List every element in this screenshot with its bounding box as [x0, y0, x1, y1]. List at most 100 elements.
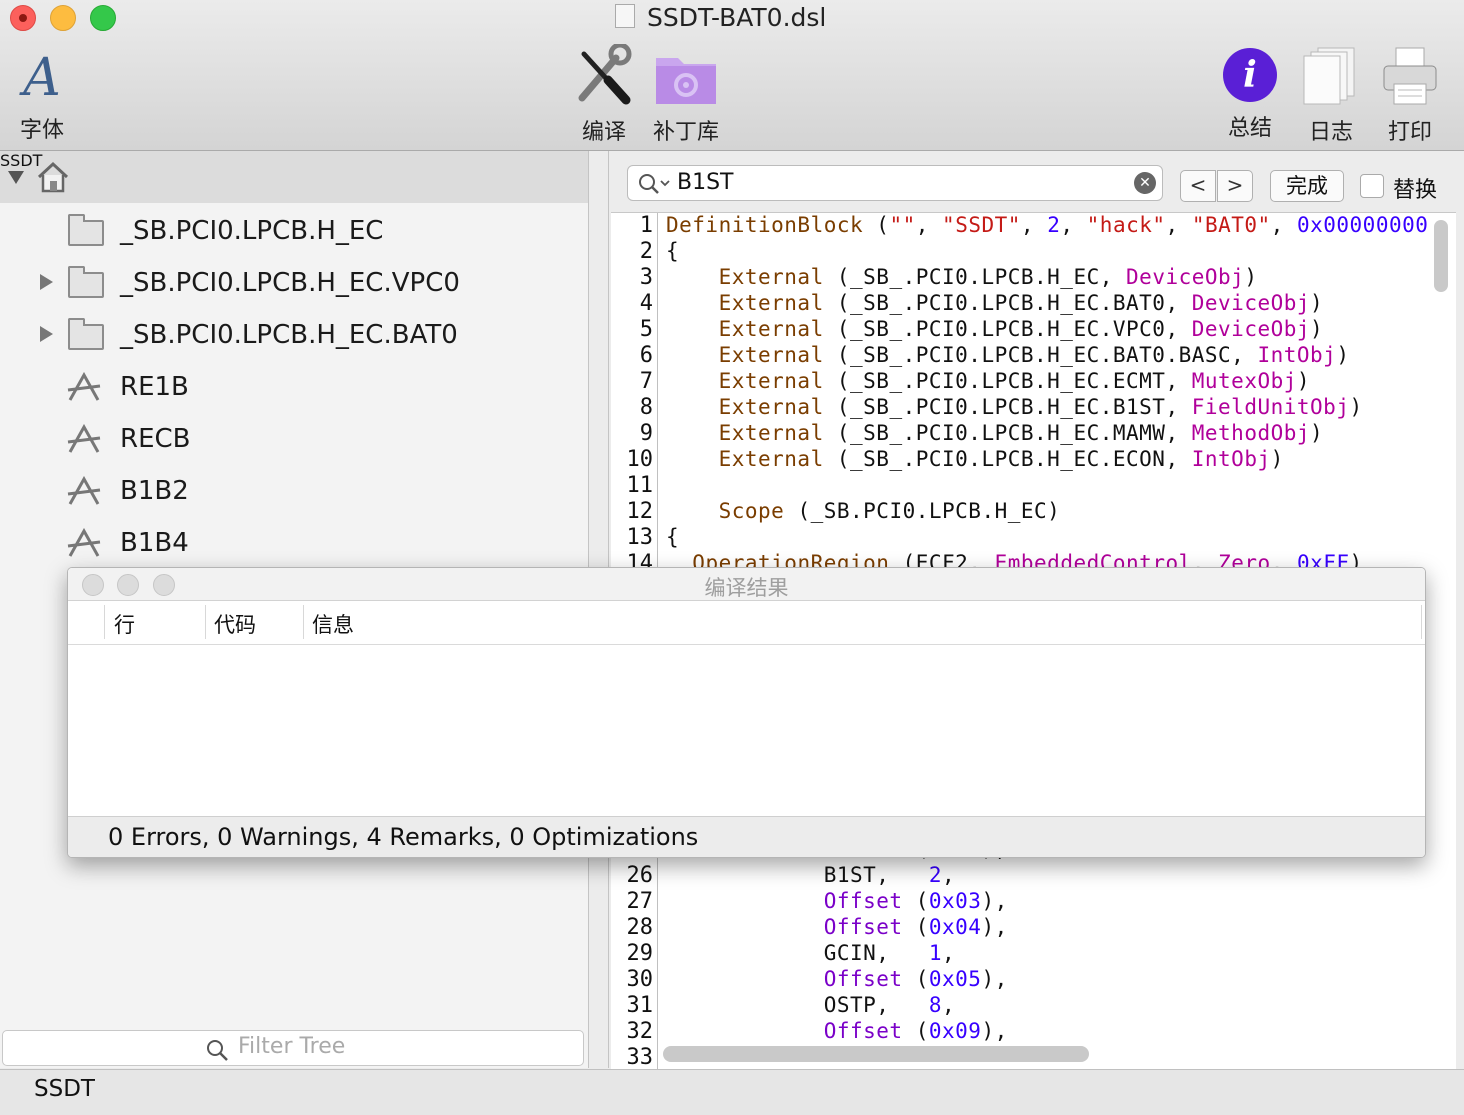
- printer-icon: [1383, 47, 1437, 105]
- code-line: External (_SB_.PCI0.LPCB.H_EC.BAT0.BASC,…: [718, 343, 1350, 367]
- compile-button[interactable]: 编译: [572, 42, 636, 146]
- code-line: External (_SB_.PCI0.LPCB.H_EC.BAT0, Devi…: [718, 291, 1324, 315]
- code-line: External (_SB_.PCI0.LPCB.H_EC.ECON, IntO…: [718, 447, 1284, 471]
- disclosure-down-icon[interactable]: [8, 171, 24, 184]
- line-number: 6: [639, 343, 653, 368]
- column-header-code[interactable]: 代码: [214, 609, 256, 639]
- line-number: 1: [639, 213, 653, 238]
- font-button[interactable]: A 字体: [12, 50, 72, 144]
- tree-item-b1b2[interactable]: B1B2: [0, 464, 588, 516]
- replace-checkbox[interactable]: [1360, 174, 1384, 198]
- line-number: 3: [639, 265, 653, 290]
- search-icon[interactable]: [638, 173, 670, 195]
- method-icon: [67, 528, 101, 557]
- folder-icon: [68, 266, 104, 298]
- code-line: External (_SB_.PCI0.LPCB.H_EC.ECMT, Mute…: [718, 369, 1311, 393]
- column-divider: [303, 605, 304, 639]
- filter-tree-placeholder: Filter Tree: [238, 1034, 346, 1059]
- summary-button[interactable]: i 总结: [1218, 48, 1282, 142]
- print-button[interactable]: 打印: [1378, 46, 1442, 146]
- search-query: B1ST: [677, 170, 734, 195]
- column-divider: [205, 605, 206, 639]
- code-line: External (_SB_.PCI0.LPCB.H_EC.MAMW, Meth…: [718, 421, 1324, 445]
- method-icon: [67, 372, 101, 401]
- compile-results-window[interactable]: 编译结果 行 代码 信息 0 Errors, 0 Warnings, 4 Rem…: [67, 567, 1426, 858]
- column-divider: [104, 605, 105, 639]
- line-number: 9: [639, 421, 653, 446]
- code-line: External (_SB_.PCI0.LPCB.H_EC, DeviceObj…: [718, 265, 1258, 289]
- status-bar: [0, 1069, 1464, 1115]
- line-number: 5: [639, 317, 653, 342]
- done-button[interactable]: 完成: [1270, 170, 1344, 202]
- column-header-line[interactable]: 行: [114, 609, 135, 639]
- line-number: 29: [626, 941, 654, 966]
- document-icon: [615, 4, 635, 28]
- log-button[interactable]: 日志: [1298, 46, 1364, 146]
- tree-root-label: SSDT: [0, 151, 43, 170]
- tree-root-ssdt[interactable]: SSDT: [0, 151, 588, 203]
- log-documents-icon: [1303, 47, 1355, 105]
- vertical-scrollbar[interactable]: [1434, 220, 1448, 292]
- line-number: 32: [626, 1019, 654, 1044]
- results-summary: 0 Errors, 0 Warnings, 4 Remarks, 0 Optim…: [108, 823, 699, 851]
- results-titlebar[interactable]: 编译结果: [68, 568, 1425, 601]
- code-line: {: [666, 239, 680, 263]
- line-number: 8: [639, 395, 653, 420]
- font-a-icon: A: [23, 48, 61, 108]
- replace-label: 替换: [1393, 178, 1438, 203]
- tree-item-h-ec[interactable]: _SB.PCI0.LPCB.H_EC: [0, 204, 588, 256]
- line-number: 28: [626, 915, 654, 940]
- line-number: 10: [626, 447, 654, 472]
- code-line: Offset (0x03),: [823, 889, 1008, 913]
- disclosure-right-icon[interactable]: [40, 326, 53, 342]
- line-number: 26: [626, 863, 654, 888]
- column-divider: [1421, 605, 1422, 639]
- line-number: 31: [626, 993, 654, 1018]
- line-number: 33: [626, 1045, 654, 1069]
- tree-item-re1b[interactable]: RE1B: [0, 360, 588, 412]
- tools-icon: [578, 42, 632, 105]
- code-line: {: [666, 525, 680, 549]
- find-previous-button[interactable]: <: [1180, 170, 1216, 202]
- code-line: GCIN, 1,: [666, 941, 956, 965]
- status-text: SSDT: [34, 1076, 95, 1102]
- tree-item-bat0[interactable]: _SB.PCI0.LPCB.H_EC.BAT0: [0, 308, 588, 360]
- line-number: 13: [626, 525, 654, 550]
- line-number: 7: [639, 369, 653, 394]
- window-title: SSDT-BAT0.dsl: [615, 3, 826, 32]
- line-number: 30: [626, 967, 654, 992]
- code-line: OSTP, 8,: [666, 993, 956, 1017]
- code-line: Offset (0x05),: [823, 967, 1008, 991]
- tree-item-b1b4[interactable]: B1B4: [0, 516, 588, 568]
- line-number: 11: [626, 473, 654, 498]
- code-line: External (_SB_.PCI0.LPCB.H_EC.VPC0, Devi…: [718, 317, 1324, 341]
- tree-item-vpc0[interactable]: _SB.PCI0.LPCB.H_EC.VPC0: [0, 256, 588, 308]
- zoom-window-button[interactable]: [90, 5, 116, 31]
- disclosure-right-icon[interactable]: [40, 274, 53, 290]
- horizontal-scrollbar[interactable]: [663, 1046, 1089, 1062]
- line-number: 12: [626, 499, 654, 524]
- tree-item-recb[interactable]: RECB: [0, 412, 588, 464]
- window-toolbar: SSDT-BAT0.dsl A 字体 编译 补丁库 i 总结 日志 打印: [0, 0, 1464, 151]
- column-header-info[interactable]: 信息: [312, 609, 354, 639]
- info-icon: i: [1223, 48, 1277, 102]
- line-number: 4: [639, 291, 653, 316]
- find-next-button[interactable]: >: [1217, 170, 1253, 202]
- results-footer: 0 Errors, 0 Warnings, 4 Remarks, 0 Optim…: [68, 816, 1425, 857]
- method-icon: [67, 476, 101, 505]
- folder-icon: [68, 214, 104, 246]
- close-window-button[interactable]: [10, 5, 36, 31]
- code-line: Offset (0x09),: [823, 1019, 1008, 1043]
- folder-icon: [68, 318, 104, 350]
- clear-search-icon[interactable]: ✕: [1134, 172, 1156, 194]
- method-icon: [67, 424, 101, 453]
- code-line: External (_SB_.PCI0.LPCB.H_EC.B1ST, Fiel…: [718, 395, 1363, 419]
- results-title: 编译结果: [704, 576, 789, 600]
- minimize-window-button[interactable]: [50, 5, 76, 31]
- patch-button[interactable]: 补丁库: [652, 50, 720, 146]
- search-icon: [207, 1040, 228, 1061]
- home-icon: [37, 161, 69, 193]
- code-line: DefinitionBlock ("", "SSDT", 2, "hack", …: [666, 213, 1429, 237]
- line-number: 2: [639, 239, 653, 264]
- code-line: Offset (0x04),: [823, 915, 1008, 939]
